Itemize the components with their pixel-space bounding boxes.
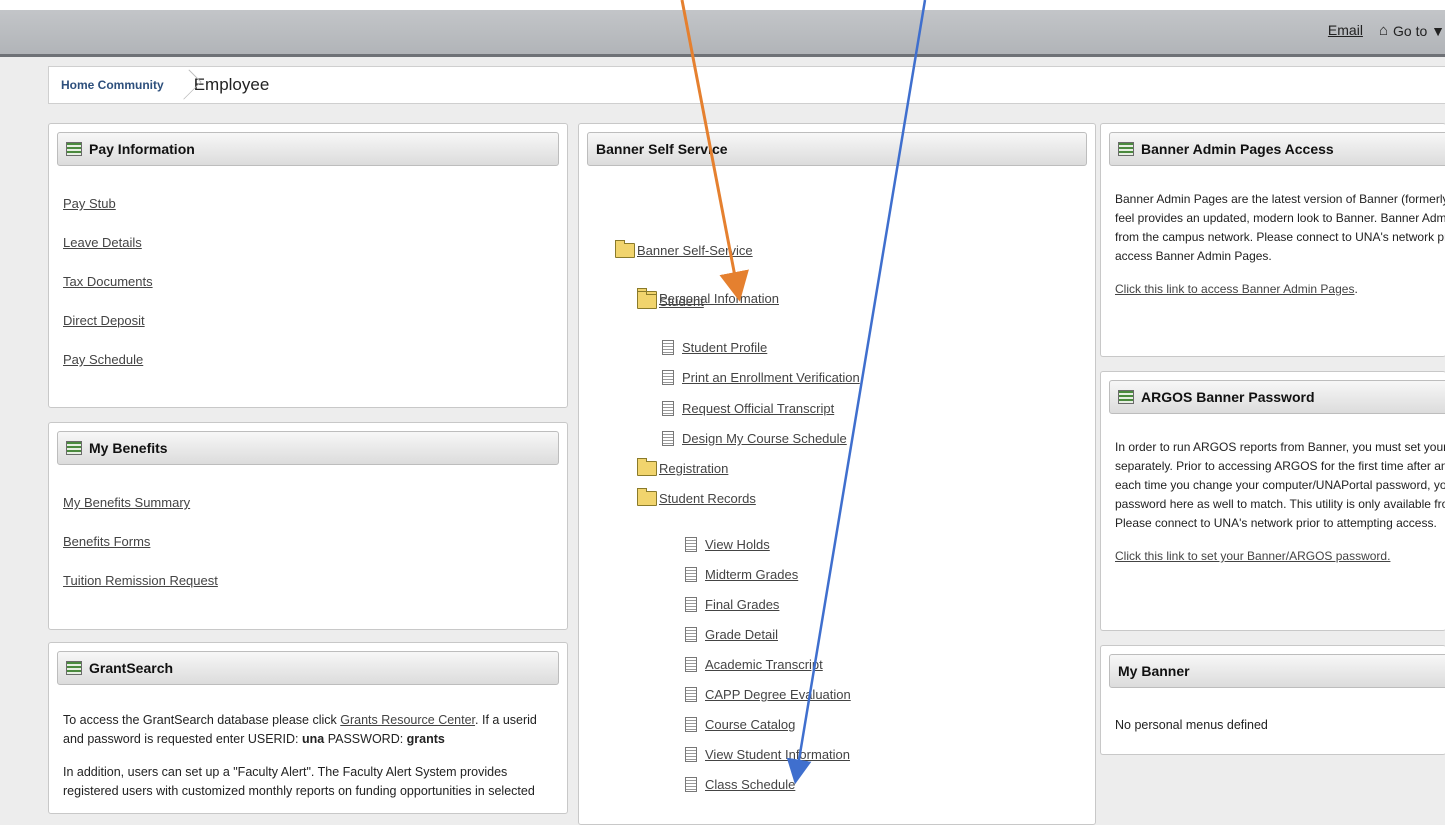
blue-arrow <box>786 0 927 785</box>
orange-arrow <box>680 0 749 302</box>
annotation-arrows <box>680 0 927 785</box>
